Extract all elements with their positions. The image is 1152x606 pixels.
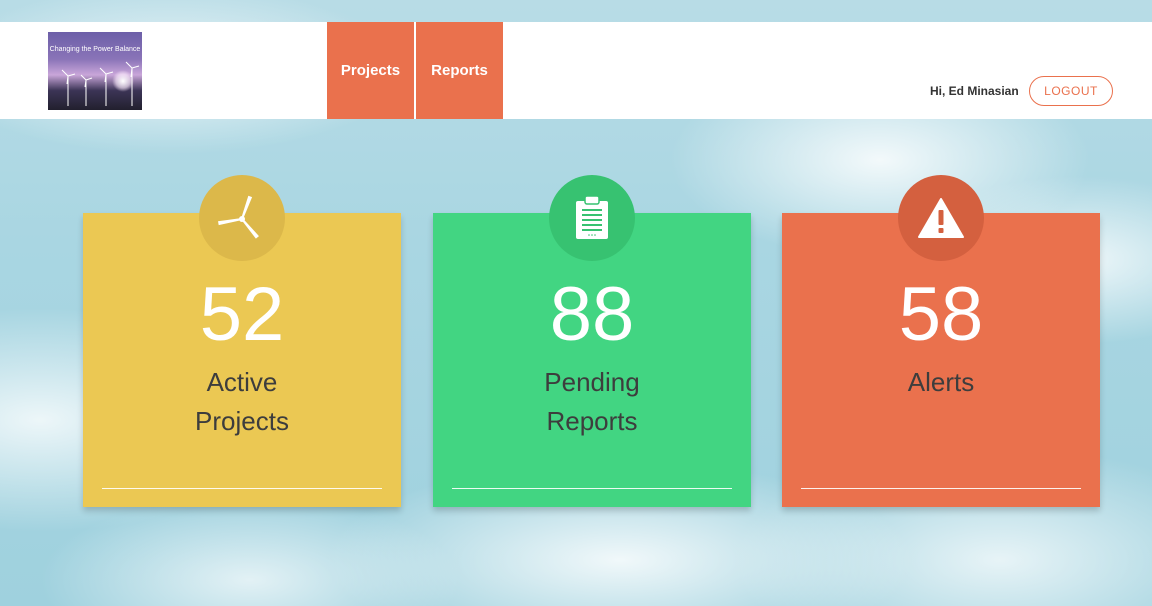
label-line-2: Projects bbox=[195, 406, 289, 436]
active-projects-count: 52 bbox=[199, 272, 285, 357]
user-greeting: Hi, Ed Minasian bbox=[930, 84, 1019, 98]
active-projects-card[interactable]: 52 Active Projects bbox=[83, 175, 401, 507]
warning-icon bbox=[898, 175, 984, 261]
sun-glow bbox=[112, 70, 134, 92]
label-line-1: Alerts bbox=[907, 367, 975, 397]
label-line-1: Active bbox=[206, 367, 278, 397]
divider bbox=[801, 488, 1081, 489]
logo-text: Changing the Power Balance bbox=[49, 46, 141, 53]
alerts-label: Alerts bbox=[832, 363, 1050, 402]
label-line-2: Reports bbox=[546, 406, 638, 436]
pending-reports-card[interactable]: 88 Pending Reports bbox=[433, 175, 751, 507]
label-line-1: Pending bbox=[544, 367, 640, 397]
top-navigation-bar: Changing the Power Balance Projects Repo… bbox=[0, 22, 1152, 119]
active-projects-label: Active Projects bbox=[133, 363, 351, 441]
alerts-count: 58 bbox=[898, 272, 984, 357]
logo[interactable]: Changing the Power Balance bbox=[48, 32, 142, 110]
nav-tab-reports[interactable]: Reports bbox=[416, 22, 503, 119]
clipboard-icon bbox=[549, 175, 635, 261]
pending-reports-count: 88 bbox=[549, 272, 635, 357]
wind-turbine-icon bbox=[199, 175, 285, 261]
logout-button[interactable]: LOGOUT bbox=[1029, 76, 1113, 106]
pending-reports-label: Pending Reports bbox=[483, 363, 701, 441]
divider bbox=[102, 488, 382, 489]
divider bbox=[452, 488, 732, 489]
alerts-card[interactable]: 58 Alerts bbox=[782, 175, 1100, 507]
nav-tab-projects[interactable]: Projects bbox=[327, 22, 414, 119]
